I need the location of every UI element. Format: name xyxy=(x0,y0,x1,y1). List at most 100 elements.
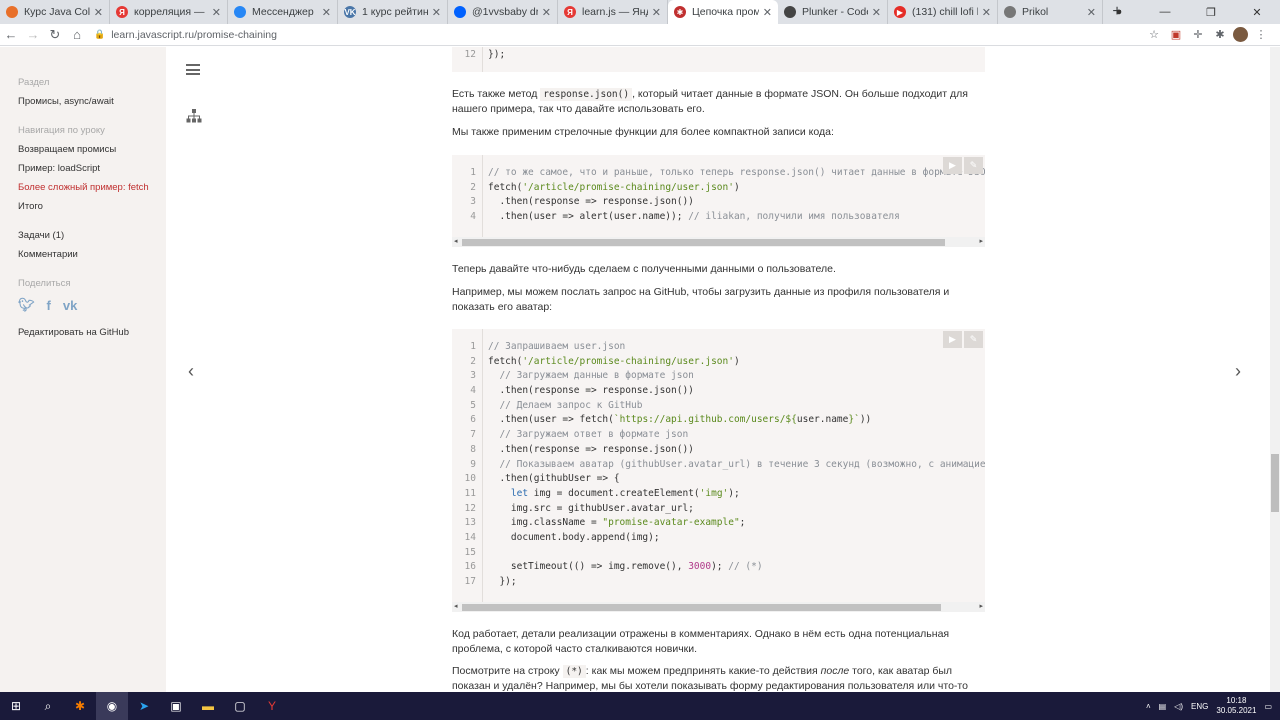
avast-icon[interactable]: ✱ xyxy=(64,692,96,720)
volume-icon[interactable]: ◁) xyxy=(1174,702,1183,711)
vk-icon[interactable]: vk xyxy=(63,298,77,313)
lesson-nav-item[interactable]: Возвращаем промисы xyxy=(18,144,166,155)
tab-favicon-icon: Я xyxy=(116,6,128,18)
search-icon[interactable]: ⌕ xyxy=(32,692,64,720)
run-code-button[interactable]: ▶ xyxy=(943,331,962,348)
browser-tab[interactable]: Prikol ✕ xyxy=(998,0,1103,24)
open-sandbox-button[interactable]: ✎ xyxy=(964,157,983,174)
maximize-button[interactable]: ❐ xyxy=(1188,0,1234,24)
close-tab-icon[interactable]: ✕ xyxy=(1087,6,1096,19)
url-field[interactable]: 🔒 learn.javascript.ru/promise-chaining xyxy=(94,26,1145,44)
tab-title: @1vvsbaby drum k xyxy=(472,6,538,18)
open-sandbox-button[interactable]: ✎ xyxy=(964,331,983,348)
social-links: 🐦︎ f vk xyxy=(18,297,166,313)
close-tab-icon[interactable]: ✕ xyxy=(763,6,772,19)
hamburger-menu-icon[interactable] xyxy=(186,64,200,75)
run-code-button[interactable]: ▶ xyxy=(943,157,962,174)
close-tab-icon[interactable]: ✕ xyxy=(982,6,991,19)
folder-icon[interactable]: ▬ xyxy=(192,692,224,720)
next-page-arrow-icon[interactable]: › xyxy=(1235,361,1241,382)
lesson-nav-item[interactable]: Пример: loadScript xyxy=(18,163,166,174)
tab-favicon-icon: VK xyxy=(344,6,356,18)
network-icon[interactable]: ▤ xyxy=(1159,702,1167,711)
close-tab-icon[interactable]: ✕ xyxy=(212,6,221,19)
close-tab-icon[interactable]: ✕ xyxy=(542,6,551,19)
page-scrollbar[interactable] xyxy=(1270,47,1280,692)
language-indicator[interactable]: ENG xyxy=(1191,702,1208,711)
clock[interactable]: 10:18 30.05.2021 xyxy=(1216,696,1256,716)
lesson-nav-item[interactable]: Итого xyxy=(18,201,166,212)
menu-icon[interactable]: ⋮ xyxy=(1252,26,1270,44)
code-actions: ▶ ✎ xyxy=(943,157,983,174)
system-tray: ˄ ▤ ◁) ENG 10:18 30.05.2021 ▭ xyxy=(1146,692,1272,720)
bookmark-star-icon[interactable]: ☆ xyxy=(1145,26,1163,44)
section-label: Раздел xyxy=(18,77,50,88)
avatar[interactable] xyxy=(1233,27,1248,42)
paragraph: Посмотрите на строку (*): как мы можем п… xyxy=(452,665,968,692)
tasks-link[interactable]: Задачи (1) xyxy=(18,230,166,241)
close-tab-icon[interactable]: ✕ xyxy=(652,6,661,19)
extension-icon[interactable]: ✛ xyxy=(1189,26,1207,44)
tab-title: Цепочка промисо xyxy=(692,6,759,18)
icon-column xyxy=(176,47,212,692)
close-tab-icon[interactable]: ✕ xyxy=(94,6,103,19)
browser-tab[interactable]: Яlearn.js — Яндекс ✕ xyxy=(558,0,668,24)
extensions-puzzle-icon[interactable]: ✱ xyxy=(1211,26,1229,44)
tab-title: Prikol xyxy=(1022,6,1049,18)
extension-icon[interactable]: ▣ xyxy=(1167,26,1185,44)
horizontal-scrollbar[interactable]: ◂ ▸ xyxy=(452,237,985,247)
prev-page-arrow-icon[interactable]: ‹ xyxy=(188,361,194,382)
browser-tab[interactable]: Курс Java Collectio ✕ xyxy=(0,0,110,24)
close-tab-icon[interactable]: ✕ xyxy=(872,6,881,19)
browser-tabbar: Курс Java Collectio✕Якорреляция — Янде✕М… xyxy=(0,0,1280,24)
minimize-button[interactable]: — xyxy=(1142,0,1188,24)
profile-icon[interactable]: ● xyxy=(1096,0,1142,24)
twitter-icon[interactable]: 🐦︎ xyxy=(18,297,35,313)
browser-tab[interactable]: @1vvsbaby drum k ✕ xyxy=(448,0,558,24)
tab-title: 1 курс рейтинг.do xyxy=(362,6,428,18)
browser-tab[interactable]: Мессенджер ✕ xyxy=(228,0,338,24)
lesson-nav-item[interactable]: Более сложный пример: fetch xyxy=(18,182,166,193)
back-button[interactable]: ← xyxy=(0,24,22,46)
tab-favicon-icon: ✱ xyxy=(674,6,686,18)
edit-github-link[interactable]: Редактировать на GitHub xyxy=(18,327,166,338)
browser-tab[interactable]: ✱ Цепочка промисо ✕ xyxy=(668,0,778,24)
facebook-icon[interactable]: f xyxy=(47,298,51,313)
tab-favicon-icon xyxy=(454,6,466,18)
horizontal-scrollbar[interactable]: ◂ ▸ xyxy=(452,602,985,612)
comments-link[interactable]: Комментарии xyxy=(18,249,166,260)
paragraph: Теперь давайте что-нибудь сделаем с полу… xyxy=(452,263,836,275)
browser-tab[interactable]: VK 1 курс рейтинг.do ✕ xyxy=(338,0,448,24)
code-actions: ▶ ✎ xyxy=(943,331,983,348)
app-icon[interactable]: ▢ xyxy=(224,692,256,720)
code-block-2: 1 2 3 4 5 6 7 8 9 10 11 12 13 14 15 16 17 // Запрашиваем… xyxy=(452,329,985,612)
forward-button[interactable]: → xyxy=(22,24,44,46)
close-window-button[interactable]: ✕ xyxy=(1234,0,1280,24)
page-scrollbar-thumb[interactable] xyxy=(1271,454,1279,512)
address-bar: ← → ↻ ⌂ 🔒 learn.javascript.ru/promise-ch… xyxy=(0,24,1280,46)
home-button[interactable]: ⌂ xyxy=(66,24,88,46)
chrome-icon[interactable]: ◉ xyxy=(96,692,128,720)
tab-title: корреляция — Янде xyxy=(134,6,208,18)
sitemap-icon[interactable] xyxy=(186,109,202,123)
browser-tab[interactable]: Plunker - Code exa ✕ xyxy=(778,0,888,24)
close-tab-icon[interactable]: ✕ xyxy=(432,6,441,19)
reload-button[interactable]: ↻ xyxy=(44,24,66,46)
tab-title: learn.js — Яндекс xyxy=(582,6,648,18)
lock-icon: 🔒 xyxy=(94,29,106,39)
intellij-icon[interactable]: ▣ xyxy=(160,692,192,720)
sidebar: Раздел Промисы, async/await Навигация по… xyxy=(0,47,166,692)
yandex-browser-icon[interactable]: Y xyxy=(256,692,288,720)
browser-tab[interactable]: ▶ (131) chill lofi beats ✕ xyxy=(888,0,998,24)
telegram-icon[interactable]: ➤ xyxy=(128,692,160,720)
close-tab-icon[interactable]: ✕ xyxy=(322,6,331,19)
notifications-icon[interactable]: ▭ xyxy=(1264,702,1272,711)
section-link[interactable]: Промисы, async/await xyxy=(18,96,166,107)
windows-start-icon[interactable]: ⊞ xyxy=(0,692,32,720)
extension-icons: ☆ ▣ ✛ ✱ ⋮ xyxy=(1145,26,1270,44)
browser-tab[interactable]: Якорреляция — Янде ✕ xyxy=(110,0,228,24)
tray-chevron-icon[interactable]: ˄ xyxy=(1146,702,1151,711)
line-number: 12 xyxy=(464,49,476,60)
tab-title: Мессенджер xyxy=(252,6,314,18)
paragraph: Например, мы можем послать запрос на Git… xyxy=(452,286,950,313)
